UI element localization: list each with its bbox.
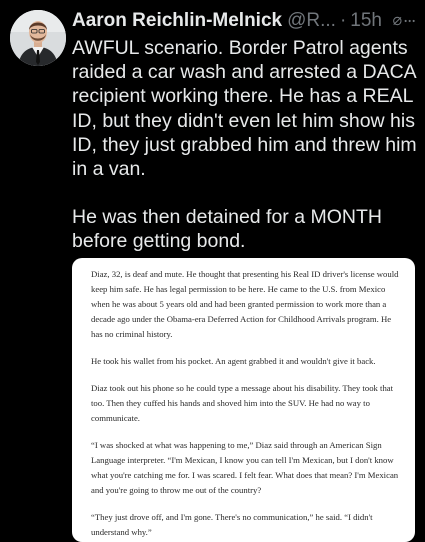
author-handle[interactable]: @R... <box>287 10 336 32</box>
article-paragraph: “I was shocked at what was happening to … <box>91 440 399 495</box>
person-avatar-icon <box>10 10 66 66</box>
article-paragraph: “They just drove off, and I'm gone. Ther… <box>91 512 373 537</box>
timestamp[interactable]: 15h <box>350 10 382 32</box>
separator-dot: · <box>339 10 347 31</box>
article-screenshot-image[interactable]: Diaz, 32, is deaf and mute. He thought t… <box>72 258 415 542</box>
tweet-header: Aaron Reichlin-Melnick @R... · 15h <box>72 8 420 34</box>
more-options-icon[interactable] <box>403 11 416 31</box>
tweet-paragraph: He was then detained for a MONTH before … <box>72 206 382 253</box>
grok-icon[interactable] <box>392 13 403 29</box>
article-paragraph: He took his wallet from his pocket. An a… <box>91 356 376 366</box>
author-name[interactable]: Aaron Reichlin-Melnick <box>72 10 282 32</box>
avatar[interactable] <box>10 10 66 66</box>
article-paragraph: Diaz, 32, is deaf and mute. He thought t… <box>91 269 399 339</box>
tweet: Aaron Reichlin-Melnick @R... · 15h AWFUL… <box>0 0 425 542</box>
tweet-text: AWFUL scenario. Border Patrol agents rai… <box>72 36 418 254</box>
article-paragraph: Diaz took out his phone so he could type… <box>91 383 394 423</box>
tweet-paragraph: AWFUL scenario. Border Patrol agents rai… <box>72 37 417 181</box>
